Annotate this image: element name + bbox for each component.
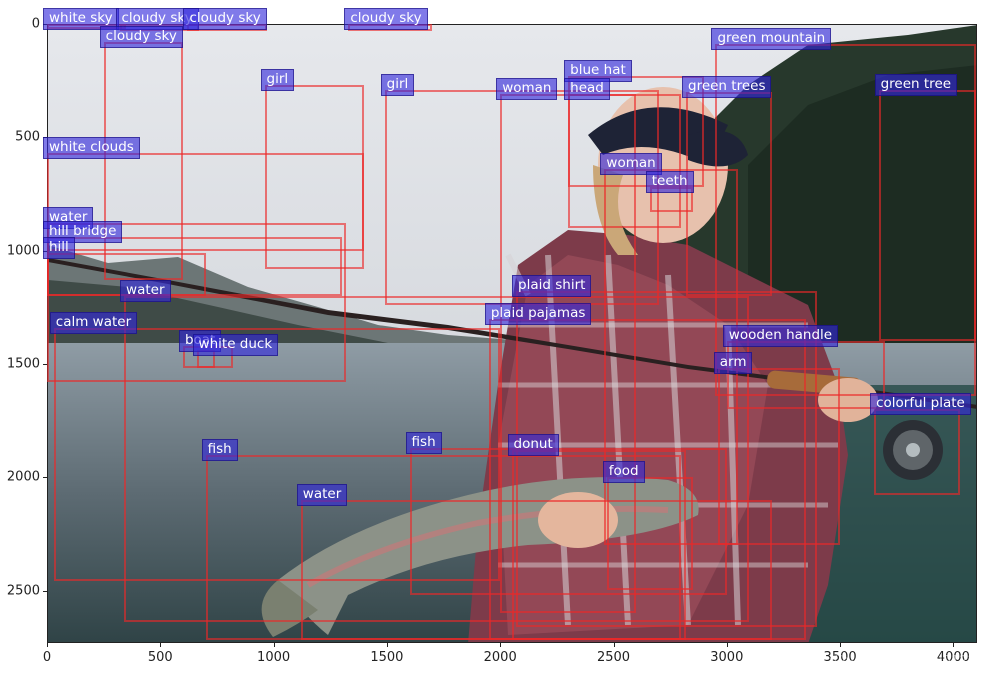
detection-label: plaid shirt <box>512 275 592 298</box>
x-tick-mark <box>273 643 275 647</box>
y-tick-label: 2000 <box>6 469 40 485</box>
annotated-figure: 0 500 1000 1500 2000 2500 3000 3500 4000 0 500 1000… <box>0 0 992 679</box>
x-tick-mark <box>726 643 728 647</box>
x-tick-label: 3000 <box>710 650 744 665</box>
y-tick-mark <box>43 477 47 479</box>
detection-label: colorful plate <box>870 393 971 416</box>
y-tick-label: 0 <box>31 16 40 32</box>
detection-label: girl <box>260 69 295 92</box>
x-tick-mark <box>840 643 842 647</box>
y-tick-label: 1500 <box>6 356 40 372</box>
bounding-box <box>874 409 961 496</box>
detection-label: water <box>120 279 171 302</box>
y-tick-mark <box>43 590 47 592</box>
detection-label: teeth <box>645 171 694 194</box>
y-tick-label: 1000 <box>6 243 40 259</box>
y-tick-label: 500 <box>15 129 40 145</box>
x-tick-mark <box>613 643 615 647</box>
detection-label: food <box>602 461 645 484</box>
detection-label: calm water <box>49 311 138 334</box>
x-tick-mark <box>500 643 502 647</box>
detection-label: donut <box>507 434 559 456</box>
x-tick-label: 2500 <box>596 650 631 665</box>
x-tick-label: 1000 <box>257 650 291 665</box>
x-tick-mark <box>953 643 955 647</box>
detection-label: woman <box>496 78 558 101</box>
x-tick-label: 2000 <box>483 650 517 665</box>
detection-label: head <box>564 78 610 101</box>
detection-label: fish <box>201 438 238 461</box>
detection-label: green trees <box>682 75 772 98</box>
watermark-text: https://blog.csdn.net/u01224 <box>795 654 984 669</box>
detection-label: green mountain <box>711 28 832 51</box>
x-tick-mark <box>160 643 162 647</box>
detection-label: hill <box>43 236 75 259</box>
x-tick-label: 500 <box>147 650 173 665</box>
detection-label: arm <box>713 352 753 375</box>
x-tick-mark <box>386 643 388 647</box>
detection-label: plaid pajamas <box>484 302 592 325</box>
x-tick-label: 1500 <box>370 650 404 665</box>
detection-label: cloudy sky <box>99 26 183 49</box>
y-tick-label: 2500 <box>6 583 40 598</box>
detection-label: cloudy sky <box>183 8 267 30</box>
detection-label: water <box>296 483 348 506</box>
detection-label: cloudy sky <box>344 8 428 30</box>
x-tick-mark <box>47 643 48 647</box>
detection-label: white duck <box>192 334 279 357</box>
bounding-box <box>300 499 773 641</box>
detection-label: white clouds <box>43 137 140 160</box>
detection-label: wooden handle <box>722 325 839 348</box>
x-tick-label: 0 <box>42 650 52 665</box>
detection-label: green tree <box>874 73 958 96</box>
detection-label: fish <box>405 431 442 454</box>
detection-label: girl <box>380 73 415 96</box>
bounding-box <box>878 89 977 342</box>
